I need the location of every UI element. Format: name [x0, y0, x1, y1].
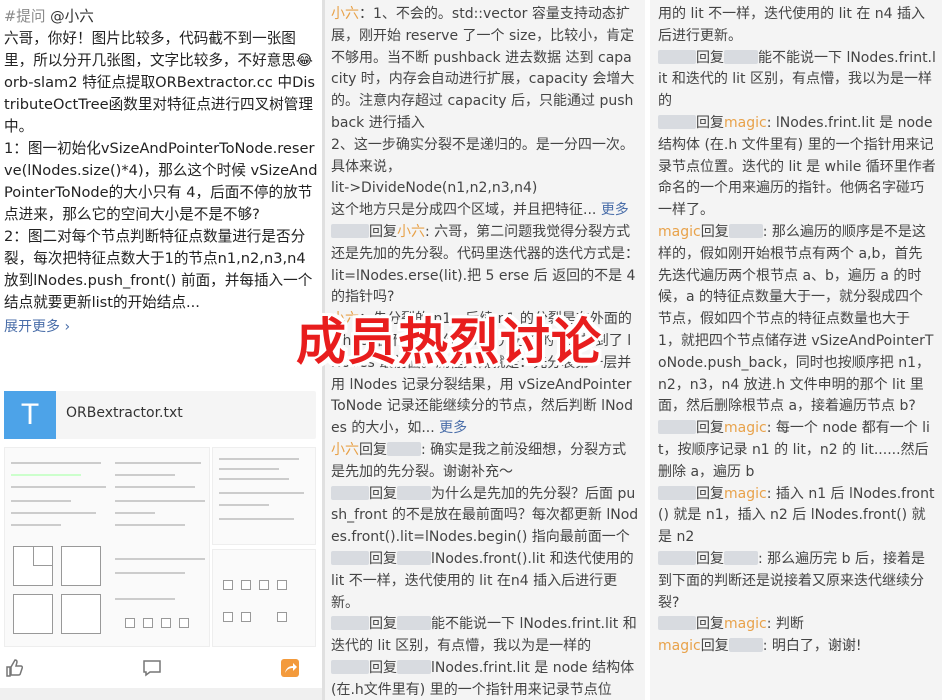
comment-item[interactable]: 回复 lNodes.front().lit 和迭代使用的 lit 不一样，迭代使用… [331, 549, 639, 614]
comment-item[interactable]: 回复 lNodes.frint.lit 是 node 结构体 (在.h文件里有) … [331, 658, 639, 700]
reply-target[interactable]: magic [724, 616, 767, 632]
comment-item[interactable]: 回复 能不能说一下 lNodes.frint.lit 和迭代的 lit 区别，有点… [331, 614, 639, 658]
comment-list: 用的 lit 不一样，迭代使用的 lit 在 n4 插入后进行更新。回复 能不能说… [658, 4, 936, 658]
expand-more-link[interactable]: 展开更多 › [4, 316, 318, 338]
expand-more-label: 展开更多 [4, 319, 60, 335]
comment-author-redacted[interactable] [331, 550, 369, 565]
overlay-caption: 成员热烈讨论 [296, 313, 602, 371]
reply-target-redacted[interactable] [724, 49, 758, 64]
comment-author-redacted[interactable] [658, 550, 696, 565]
reply-target-redacted[interactable] [387, 441, 421, 456]
comment-author-redacted[interactable] [658, 420, 696, 435]
comments-column-right: 用的 lit 不一样，迭代使用的 lit 在 n4 插入后进行更新。回复 能不能说… [650, 0, 942, 700]
reply-label: 回复 [696, 420, 724, 437]
reply-label: 回复 [696, 616, 724, 633]
reply-target-redacted[interactable] [728, 638, 763, 653]
reply-label: 回复 [696, 485, 724, 502]
reply-target-redacted[interactable] [728, 223, 763, 238]
reply-target[interactable]: magic [724, 420, 767, 436]
comment-author[interactable]: magic [658, 224, 701, 240]
comment-item[interactable]: 用的 lit 不一样，迭代使用的 lit 在 n4 插入后进行更新。 [658, 4, 936, 48]
comment-text: : 明白了，谢谢! [762, 638, 862, 655]
comment-author-redacted[interactable] [331, 659, 369, 674]
reply-target[interactable]: magic [724, 486, 767, 502]
reply-target-redacted[interactable] [724, 550, 758, 565]
comment-icon[interactable] [142, 658, 162, 678]
attachment-card[interactable]: T ORBextractor.txt [4, 391, 316, 439]
comment-item[interactable]: 回复: 那么遍历完 b 后，接着是到下面的判断还是说接着又原来迭代继续分裂? [658, 549, 936, 614]
comment-item[interactable]: 回复magic: 判断 [658, 614, 936, 636]
comment-author-redacted[interactable] [331, 485, 369, 500]
comment-text: : 判断 [766, 616, 804, 633]
comment-author-redacted[interactable] [658, 616, 696, 631]
comment-item[interactable]: 回复magic: lNodes.frint.lit 是 node 结构体 (在.… [658, 113, 936, 222]
topic-tag[interactable]: #提问 [4, 8, 45, 25]
comment-author[interactable]: 小六 [331, 442, 359, 458]
reply-label: 回复 [700, 638, 729, 655]
chevron-right-icon: › [64, 319, 71, 335]
attachment-name: ORBextractor.txt [66, 405, 183, 421]
comment-author-redacted[interactable] [658, 485, 696, 500]
reply-label: 回复 [369, 485, 397, 502]
code-screenshot-3[interactable] [212, 549, 316, 647]
comment-author[interactable]: 小六 [331, 6, 359, 22]
like-icon[interactable] [4, 658, 24, 678]
reply-label: 回复 [700, 223, 729, 240]
reply-label: 回复 [369, 550, 397, 567]
comment-author-redacted[interactable] [331, 616, 369, 631]
post-body-text: 六哥，你好！图片比较多，代码截不到一张图里，所以分开几张图，文字比较多，不好意思… [4, 30, 318, 311]
reply-target-redacted[interactable] [397, 485, 431, 500]
comment-author-redacted[interactable] [658, 114, 696, 129]
comment-text: ：1、不会的。std::vector 容量支持动态扩展，刚开始 reserve … [331, 6, 635, 219]
reply-target-redacted[interactable] [397, 659, 431, 674]
reply-label: 回复 [696, 49, 724, 66]
comment-item[interactable]: 小六回复: 确实是我之前没细想，分裂方式是先加的先分裂。谢谢补充～ [331, 440, 639, 484]
reply-target[interactable]: magic [724, 115, 767, 131]
reply-label: 回复 [696, 550, 724, 567]
comment-item[interactable]: magic回复: 那么遍历的顺序是不是这样的，假如刚开始根节点有两个 a,b，首… [658, 222, 936, 418]
code-screenshot-2[interactable] [212, 447, 316, 545]
reply-label: 回复 [696, 114, 724, 131]
mention-link[interactable]: @小六 [50, 8, 94, 25]
reply-target-redacted[interactable] [397, 616, 431, 631]
comment-item[interactable]: 回复 为什么是先加的先分裂？后面 push_front 的不是放在最前面吗？每次都… [331, 484, 639, 549]
reply-target[interactable]: 小六 [397, 224, 425, 240]
post-column: #提问 @小六 六哥，你好！图片比较多，代码截不到一张图里，所以分开几张图，文字… [0, 0, 322, 700]
comment-text: : 那么遍历的顺序是不是这样的，假如刚开始根节点有两个 a,b，首先先迭代遍历两… [658, 223, 934, 415]
reply-target-redacted[interactable] [397, 550, 431, 565]
comment-item[interactable]: 回复magic: 插入 n1 后 lNodes.front() 就是 n1，插入… [658, 484, 936, 549]
post-body-block: #提问 @小六 六哥，你好！图片比较多，代码截不到一张图里，所以分开几张图，文字… [0, 0, 322, 338]
comment-author-redacted[interactable] [331, 223, 369, 238]
comment-item[interactable]: 回复小六: 六哥，第二问题我觉得分裂方式还是先加的先分裂。代码里迭代器的迭代方式… [331, 222, 639, 309]
comment-item[interactable]: magic回复 : 明白了，谢谢! [658, 636, 936, 658]
more-link[interactable]: 更多 [439, 420, 467, 436]
comment-author-redacted[interactable] [658, 49, 696, 64]
comment-text: 用的 lit 不一样，迭代使用的 lit 在 n4 插入后进行更新。 [658, 6, 926, 44]
more-link[interactable]: 更多 [601, 202, 629, 218]
reply-label: 回复 [369, 223, 397, 240]
reply-label: 回复 [359, 441, 387, 458]
image-grid [4, 447, 316, 647]
comment-item[interactable]: 回复magic: 每一个 node 都有一个 lit，按顺序记录 n1 的 li… [658, 418, 936, 483]
share-icon[interactable] [280, 658, 300, 678]
comment-item[interactable]: 回复 能不能说一下 lNodes.frint.lit 和迭代的 lit 区别，有点… [658, 48, 936, 113]
action-bar [0, 656, 322, 686]
reply-label: 回复 [369, 659, 397, 676]
code-screenshot-1[interactable] [4, 447, 210, 647]
reply-label: 回复 [369, 616, 397, 633]
bottom-bar [0, 688, 322, 700]
text-file-icon: T [4, 391, 56, 439]
comment-item[interactable]: 小六：1、不会的。std::vector 容量支持动态扩展，刚开始 reserv… [331, 4, 639, 222]
comment-author[interactable]: magic [658, 638, 701, 654]
